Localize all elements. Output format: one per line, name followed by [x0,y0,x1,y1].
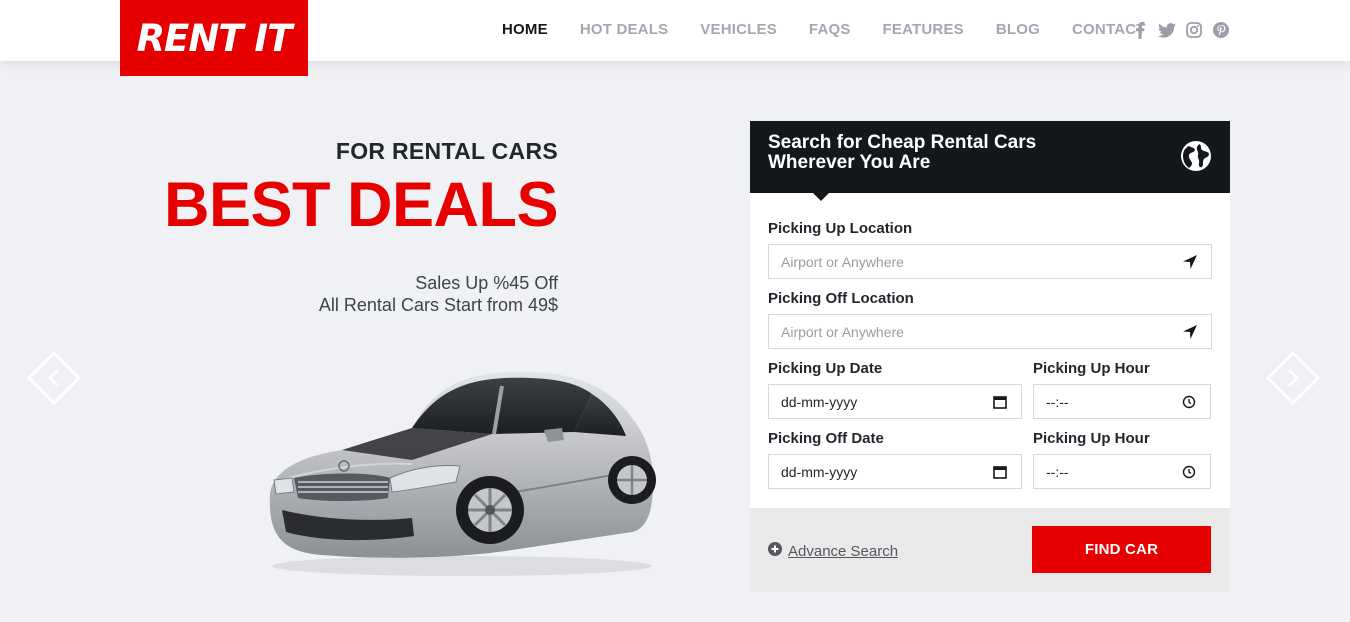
dropoff-date-label: Picking Off Date [768,430,884,447]
pickup-location-label: Picking Up Location [768,220,913,237]
facebook-icon[interactable] [1130,20,1149,40]
slider-prev-arrow-icon[interactable] [26,350,82,406]
hero-title: BEST DEALS [163,170,559,240]
dropoff-hour-value: --:-- [1046,463,1069,480]
globe-icon [1180,140,1212,172]
advance-search-label: Advance Search [788,542,899,560]
car-image [262,360,658,585]
location-arrow-icon [1181,253,1199,271]
location-arrow-icon [1181,323,1199,341]
nav-item-blog[interactable]: BLOG [980,20,1056,40]
advance-search-link[interactable]: Advance Search [768,542,898,560]
twitter-icon[interactable] [1157,20,1176,40]
search-panel-header: Search for Cheap Rental Cars Wherever Yo… [750,121,1230,193]
instagram-icon[interactable] [1184,20,1203,40]
find-car-button[interactable]: FIND CAR [1032,526,1211,573]
calendar-icon[interactable] [991,393,1009,411]
hero-promo: Sales Up %45 Off All Rental Cars Start f… [319,272,558,316]
hero-subtitle: FOR RENTAL CARS [335,138,558,164]
nav-item-home[interactable]: HOME [486,20,564,40]
header-pointer [813,193,829,201]
calendar-icon[interactable] [991,463,1009,481]
dropoff-location-input[interactable]: Airport or Anywhere [768,314,1212,349]
pickup-date-input[interactable]: dd-mm-yyyy [768,384,1022,419]
social-links [1130,20,1230,40]
promo-line-2: All Rental Cars Start from 49$ [318,295,558,315]
nav-item-vehicles[interactable]: VEHICLES [684,20,793,40]
dropoff-date-input[interactable]: dd-mm-yyyy [768,454,1022,489]
site-logo[interactable]: RENT IT [120,0,308,76]
main-nav: HOME HOT DEALS VEHICLES FAQS FEATURES BL… [486,20,1162,40]
search-panel: Search for Cheap Rental Cars Wherever Yo… [750,121,1230,592]
dropoff-location-placeholder: Airport or Anywhere [781,323,904,340]
search-panel-footer: Advance Search FIND CAR [750,508,1230,592]
promo-line-1: Sales Up %45 Off [415,273,558,293]
slider-next-arrow-icon[interactable] [1265,350,1321,406]
pickup-date-label: Picking Up Date [768,360,883,377]
nav-item-faqs[interactable]: FAQS [793,20,867,40]
logo-text: RENT IT [136,16,293,60]
dropoff-hour-label: Picking Up Hour [1033,430,1150,447]
pickup-location-placeholder: Airport or Anywhere [781,253,904,270]
plus-circle-icon [768,542,782,560]
clock-icon[interactable] [1180,393,1198,411]
pickup-date-value: dd-mm-yyyy [781,393,858,410]
pickup-hour-value: --:-- [1046,393,1069,410]
pinterest-icon[interactable] [1211,20,1230,40]
pickup-hour-label: Picking Up Hour [1033,360,1150,377]
search-panel-title: Search for Cheap Rental Cars Wherever Yo… [768,132,1037,173]
pickup-location-input[interactable]: Airport or Anywhere [768,244,1212,279]
nav-item-hot-deals[interactable]: HOT DEALS [564,20,684,40]
pickup-hour-input[interactable]: --:-- [1033,384,1211,419]
clock-icon[interactable] [1180,463,1198,481]
nav-item-features[interactable]: FEATURES [867,20,980,40]
dropoff-hour-input[interactable]: --:-- [1033,454,1211,489]
dropoff-date-value: dd-mm-yyyy [781,463,858,480]
dropoff-location-label: Picking Off Location [768,290,914,307]
